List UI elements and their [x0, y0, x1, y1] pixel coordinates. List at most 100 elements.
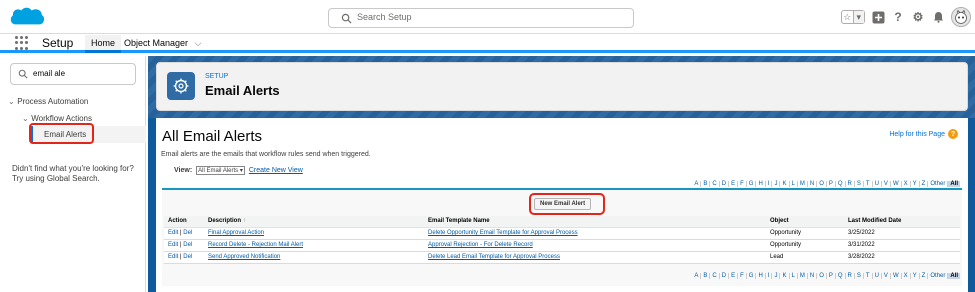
alphabet-filter-j[interactable]: J [771, 181, 779, 187]
alphabet-filter-j[interactable]: J [771, 273, 779, 279]
delete-link[interactable]: Del [183, 230, 192, 236]
favorites-button[interactable]: ☆ ▾ [841, 10, 865, 24]
alphabet-filter-q[interactable]: Q [834, 181, 845, 187]
alphabet-filter-x[interactable]: X [900, 273, 910, 279]
chevron-down-icon[interactable]: ⌵ [195, 38, 202, 48]
global-actions-icon[interactable] [871, 10, 885, 24]
alphabet-filter-w[interactable]: W [889, 181, 901, 187]
alphabet-filter-y[interactable]: Y [909, 181, 919, 187]
alphabet-filter-f[interactable]: F [737, 273, 746, 279]
alphabet-filter-h[interactable]: H [755, 273, 764, 279]
search-setup-input[interactable]: Search Setup [328, 8, 634, 28]
create-new-view-link[interactable]: Create New View [249, 167, 303, 174]
favorites-dropdown-icon[interactable]: ▾ [852, 11, 864, 23]
app-name: Setup [42, 36, 74, 50]
alphabet-filter-l[interactable]: L [788, 273, 797, 279]
alphabet-filter-m[interactable]: M [796, 181, 807, 187]
template-link[interactable]: Delete Opportunity Email Template for Ap… [428, 230, 578, 236]
chevron-down-icon[interactable]: ⌄ [22, 114, 29, 123]
column-header-description-label: Description [208, 218, 242, 225]
edit-link[interactable]: Edit [168, 230, 178, 236]
user-avatar[interactable] [951, 7, 971, 27]
alphabet-filter-q[interactable]: Q [834, 273, 845, 279]
tab-home[interactable]: Home [85, 35, 122, 53]
alphabet-filter-a[interactable]: A [692, 273, 700, 279]
alphabet-filter-s[interactable]: S [853, 181, 863, 187]
alphabet-filter-k[interactable]: K [779, 273, 788, 279]
app-launcher-icon[interactable] [15, 36, 29, 50]
alphabet-filter-c[interactable]: C [709, 181, 718, 187]
alphabet-filter-m[interactable]: M [796, 273, 807, 279]
alert-link[interactable]: Record Delete - Rejection Mail Alert [208, 242, 303, 248]
alphabet-filter-v[interactable]: V [880, 273, 890, 279]
alphabet-filter-r[interactable]: R [844, 181, 854, 187]
column-header-object[interactable]: Object [766, 216, 844, 228]
alphabet-filter-b[interactable]: B [700, 273, 709, 279]
alphabet-filter-t[interactable]: T [862, 181, 872, 187]
alphabet-filter-other[interactable]: Other [927, 181, 947, 187]
alphabet-filter-o[interactable]: O [816, 181, 826, 187]
alphabet-filter-y[interactable]: Y [909, 273, 919, 279]
alphabet-filter-all[interactable]: All [947, 181, 960, 187]
alphabet-filter-a[interactable]: A [692, 181, 700, 187]
quick-find-input[interactable]: email ale [10, 63, 136, 85]
salesforce-logo[interactable] [8, 4, 46, 30]
help-link[interactable]: Help for this Page ? [889, 129, 958, 139]
alphabet-filter-u[interactable]: U [871, 273, 881, 279]
alphabet-filter-b[interactable]: B [700, 181, 709, 187]
alphabet-filter-v[interactable]: V [880, 181, 890, 187]
edit-link[interactable]: Edit [168, 242, 178, 248]
template-link[interactable]: Delete Lead Email Template for Approval … [428, 254, 560, 260]
help-link-label[interactable]: Help for this Page [889, 131, 945, 138]
alphabet-filter-other[interactable]: Other [927, 273, 947, 279]
alphabet-filter-c[interactable]: C [709, 273, 718, 279]
alphabet-filter-r[interactable]: R [844, 273, 854, 279]
alphabet-filter-all[interactable]: All [947, 273, 960, 279]
edit-link[interactable]: Edit [168, 254, 178, 260]
alphabet-filter-i[interactable]: I [764, 181, 772, 187]
alphabet-filter-g[interactable]: G [745, 273, 756, 279]
alphabet-filter-s[interactable]: S [853, 273, 863, 279]
tree-item-process-automation[interactable]: ⌄ Process Automation [8, 97, 88, 106]
tab-object-manager[interactable]: Object Manager ⌵ [118, 35, 207, 53]
alphabet-filter-t[interactable]: T [862, 273, 872, 279]
column-header-description[interactable]: Description ↑ [204, 216, 424, 228]
alphabet-filter-f[interactable]: F [737, 181, 746, 187]
alphabet-filter-d[interactable]: D [718, 273, 728, 279]
alphabet-filter-e[interactable]: E [728, 181, 737, 187]
alphabet-filter-p[interactable]: P [825, 273, 835, 279]
column-header-email-template[interactable]: Email Template Name [424, 216, 766, 228]
alphabet-filter-u[interactable]: U [871, 181, 881, 187]
chevron-down-icon[interactable]: ⌄ [8, 97, 15, 106]
delete-link[interactable]: Del [183, 254, 192, 260]
alphabet-filter-h[interactable]: H [755, 181, 764, 187]
setup-gear-icon[interactable]: ⚙ [911, 10, 925, 24]
alphabet-filter-z[interactable]: Z [918, 273, 928, 279]
alphabet-filter-o[interactable]: O [816, 273, 826, 279]
alphabet-filter-w[interactable]: W [889, 273, 901, 279]
delete-link[interactable]: Del [183, 242, 192, 248]
alert-link[interactable]: Final Approval Action [208, 230, 264, 236]
alert-link[interactable]: Send Approved Notification [208, 254, 280, 260]
alphabet-filter-g[interactable]: G [745, 181, 756, 187]
template-link[interactable]: Approval Rejection - For Delete Record [428, 242, 533, 248]
tree-item-workflow-actions[interactable]: ⌄ Workflow Actions [22, 114, 92, 123]
star-icon[interactable]: ☆ [842, 11, 853, 23]
alphabet-filter-n[interactable]: N [806, 273, 816, 279]
alphabet-filter-k[interactable]: K [779, 181, 788, 187]
alphabet-filter-d[interactable]: D [718, 181, 728, 187]
view-select[interactable]: All Email Alerts ▾ [196, 166, 245, 175]
alphabet-filter-n[interactable]: N [806, 181, 816, 187]
alphabet-filter-x[interactable]: X [900, 181, 910, 187]
tab-home-label: Home [91, 38, 116, 48]
column-header-last-modified[interactable]: Last Modified Date [844, 216, 960, 228]
help-icon[interactable]: ? [948, 129, 958, 139]
alphabet-filter-z[interactable]: Z [918, 181, 928, 187]
alphabet-filter-e[interactable]: E [728, 273, 737, 279]
alphabet-filter-i[interactable]: I [764, 273, 772, 279]
sort-ascending-icon[interactable]: ↑ [243, 218, 246, 224]
alphabet-filter-l[interactable]: L [788, 181, 797, 187]
help-icon[interactable]: ? [891, 10, 905, 24]
notifications-bell-icon[interactable] [931, 10, 945, 24]
alphabet-filter-p[interactable]: P [825, 181, 835, 187]
